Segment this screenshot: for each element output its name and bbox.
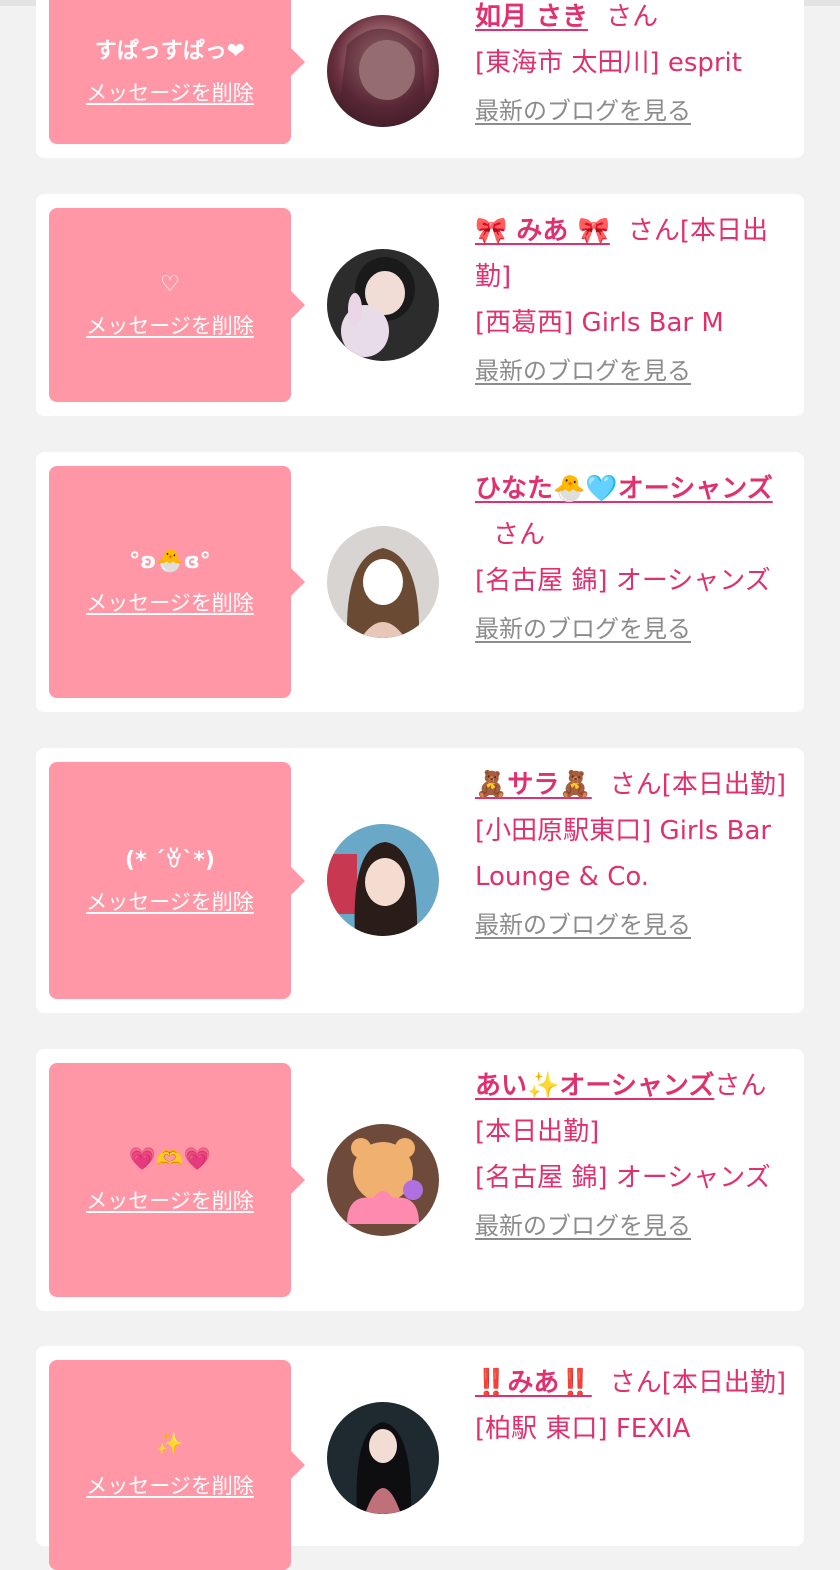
cast-location: [柏駅 東口] FEXIA: [475, 1414, 691, 1444]
cast-name-link[interactable]: 🎀 みあ 🎀: [475, 216, 610, 246]
work-status: [本日出勤]: [475, 1117, 600, 1147]
cast-location: [小田原駅東口] Girls Bar Lounge & Co.: [475, 816, 772, 892]
avatar[interactable]: [327, 249, 439, 361]
cast-name-link[interactable]: 🧸サラ🧸: [475, 770, 592, 800]
honorific: さん: [714, 1071, 767, 1101]
delete-message-link[interactable]: メッセージを削除: [86, 1472, 254, 1500]
delete-message-link[interactable]: メッセージを削除: [86, 589, 254, 617]
message-bubble: (* ´ꈊ`*) メッセージを削除: [49, 762, 305, 999]
cast-info: ひなた🐣🩵オーシャンズさん [名古屋 錦] オーシャンズ 最新のブログを見る: [475, 466, 795, 646]
delete-message-link[interactable]: メッセージを削除: [86, 312, 254, 340]
honorific: さん: [606, 2, 659, 32]
message-bubble: ♡ メッセージを削除: [49, 208, 305, 402]
avatar[interactable]: [327, 15, 439, 127]
cast-name-link[interactable]: ‼️みあ‼️: [475, 1368, 592, 1398]
avatar[interactable]: [327, 824, 439, 936]
work-status: [本日出勤]: [661, 1368, 787, 1398]
avatar-photo-icon: [327, 15, 439, 127]
avatar[interactable]: [327, 1402, 439, 1514]
message-text: ✨: [156, 1432, 184, 1457]
cast-info: あい✨オーシャンズさん [本日出勤] [名古屋 錦] オーシャンズ 最新のブログを…: [475, 1063, 795, 1243]
message-text: 💗🫶💗: [128, 1147, 212, 1172]
work-status: [本日出勤]: [661, 770, 787, 800]
honorific: さん: [609, 770, 662, 800]
message-bubble: すぱっすぱっ❤ メッセージを削除: [49, 0, 305, 144]
avatar-photo-icon: [327, 824, 439, 936]
avatar-photo-icon: [327, 1124, 439, 1236]
latest-blog-link[interactable]: 最新のブログを見る: [475, 1209, 795, 1243]
latest-blog-link[interactable]: 最新のブログを見る: [475, 94, 795, 128]
cast-location: [名古屋 錦] オーシャンズ: [475, 1163, 771, 1193]
cast-name-link[interactable]: あい✨オーシャンズ: [475, 1071, 714, 1101]
delete-message-link[interactable]: メッセージを削除: [86, 1187, 254, 1215]
message-text: すぱっすぱっ❤: [94, 39, 246, 64]
latest-blog-link[interactable]: 最新のブログを見る: [475, 908, 795, 942]
cast-location: [西葛西] Girls Bar M: [475, 308, 724, 338]
message-card: ✨ メッセージを削除 ‼️みあ‼️ さん[本日出勤] [柏駅 東口] FEXIA: [36, 1346, 804, 1570]
latest-blog-link[interactable]: 最新のブログを見る: [475, 354, 795, 388]
delete-message-link[interactable]: メッセージを削除: [86, 888, 254, 916]
avatar-photo-icon: [327, 526, 439, 638]
cast-info: 🎀 みあ 🎀 さん[本日出勤] [西葛西] Girls Bar M 最新のブログを…: [475, 208, 795, 388]
cast-info: 如月 さき さん [東海市 太田川] esprit 最新のブログを見る: [475, 0, 795, 128]
message-text: ♡: [160, 272, 180, 297]
cast-name-link[interactable]: ひなた🐣🩵オーシャンズ: [475, 474, 773, 504]
message-card: 💗🫶💗 メッセージを削除 あい✨オーシャンズさん [本日出勤] [名古屋 錦] オ…: [36, 1049, 804, 1311]
message-bubble: 💗🫶💗 メッセージを削除: [49, 1063, 305, 1297]
cast-info: ‼️みあ‼️ さん[本日出勤] [柏駅 東口] FEXIA: [475, 1360, 795, 1452]
avatar[interactable]: [327, 1124, 439, 1236]
message-card: (* ´ꈊ`*) メッセージを削除 🧸サラ🧸 さん[本日出勤] [小田原駅東口] …: [36, 748, 804, 1013]
message-bubble: °ʚ🐣ɞ° メッセージを削除: [49, 466, 305, 698]
cast-name-link[interactable]: 如月 さき: [475, 2, 588, 32]
cast-location: [東海市 太田川] esprit: [475, 48, 742, 78]
cast-info: 🧸サラ🧸 さん[本日出勤] [小田原駅東口] Girls Bar Lounge &…: [475, 762, 795, 942]
message-card: °ʚ🐣ɞ° メッセージを削除 ひなた🐣🩵オーシャンズさん [名古屋 錦] オーシ…: [36, 452, 804, 712]
avatar[interactable]: [327, 526, 439, 638]
latest-blog-link[interactable]: 最新のブログを見る: [475, 612, 795, 646]
delete-message-link[interactable]: メッセージを削除: [86, 79, 254, 107]
avatar-photo-icon: [327, 249, 439, 361]
honorific: さん: [627, 216, 680, 246]
honorific: さん: [493, 520, 546, 550]
avatar-photo-icon: [327, 1402, 439, 1514]
message-list: すぱっすぱっ❤ メッセージを削除 如月 さき さん [東海市 太田川] espri…: [0, 0, 840, 1570]
message-bubble: ✨ メッセージを削除: [49, 1360, 305, 1570]
message-card: すぱっすぱっ❤ メッセージを削除 如月 さき さん [東海市 太田川] espri…: [36, 0, 804, 158]
honorific: さん: [609, 1368, 662, 1398]
message-text: (* ´ꈊ`*): [125, 847, 215, 873]
cast-location: [名古屋 錦] オーシャンズ: [475, 566, 771, 596]
message-text: °ʚ🐣ɞ°: [129, 549, 211, 574]
message-card: ♡ メッセージを削除 🎀 みあ 🎀 さん[本日出勤] [西葛西] Girls Ba…: [36, 194, 804, 416]
